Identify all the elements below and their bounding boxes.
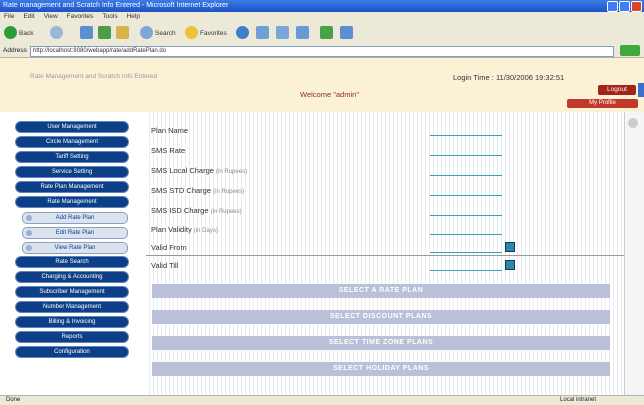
back-icon[interactable] xyxy=(4,26,17,39)
menu-view[interactable]: View xyxy=(44,13,58,20)
scroll-icon[interactable] xyxy=(628,118,638,128)
sidebar-item-service-setting[interactable]: Service Setting xyxy=(16,167,128,177)
field-label-plan-name: Plan Name xyxy=(151,126,189,135)
print-icon[interactable] xyxy=(296,26,309,39)
mail-icon[interactable] xyxy=(276,26,289,39)
minimize-button[interactable] xyxy=(607,1,618,12)
forward-icon[interactable] xyxy=(50,26,63,39)
select-holiday-plans-button[interactable]: SELECT HOLIDAY PLANS xyxy=(152,362,610,376)
scrollbar[interactable] xyxy=(624,112,644,395)
window-title-bar: Rate management and Scratch Info Entered… xyxy=(0,0,644,12)
sidebar-item-reports[interactable]: Reports xyxy=(16,332,128,342)
search-icon[interactable] xyxy=(140,26,153,39)
valid-till-field[interactable] xyxy=(430,261,502,271)
favorites-icon[interactable] xyxy=(185,26,198,39)
edit-icon[interactable] xyxy=(320,26,333,39)
form-divider xyxy=(146,255,624,256)
sidebar-item-charging[interactable]: Charging & Accounting xyxy=(16,272,128,282)
search-label[interactable]: Search xyxy=(155,30,176,37)
login-time: Login Time : 11/30/2006 19:32:51 xyxy=(453,73,565,82)
menu-file[interactable]: File xyxy=(4,13,14,20)
field-label-plan-validity: Plan Validity (in Days) xyxy=(151,225,218,234)
sidebar-item-rate-plan-management[interactable]: Rate Plan Management xyxy=(16,182,128,192)
sidebar-subitem-edit-rate-plan[interactable]: Edit Rate Plan xyxy=(22,227,128,239)
field-label-sms-rate: SMS Rate xyxy=(151,146,186,155)
logout-button[interactable]: Logout xyxy=(598,85,636,95)
page-subtitle: Rate Management and Scratch Info Entered xyxy=(30,73,158,80)
sms-isd-charge-field[interactable] xyxy=(430,206,502,216)
messenger-icon[interactable] xyxy=(340,26,353,39)
field-label-sms-local-charge: SMS Local Charge (in Rupees) xyxy=(151,166,248,175)
sms-std-charge-field[interactable] xyxy=(430,186,502,196)
menu-tools[interactable]: Tools xyxy=(102,13,117,20)
select-time-zone-plans-button[interactable]: SELECT TIME ZONE PLANS xyxy=(152,336,610,350)
menu-bar: File Edit View Favorites Tools Help xyxy=(0,12,644,22)
menu-edit[interactable]: Edit xyxy=(23,13,34,20)
field-label-sms-std-charge: SMS STD Charge (in Rupees) xyxy=(151,186,245,195)
sidebar-item-number-management[interactable]: Number Management xyxy=(16,302,128,312)
select-discount-plans-button[interactable]: SELECT DISCOUNT PLANS xyxy=(152,310,610,324)
sms-local-charge-field[interactable] xyxy=(430,166,502,176)
sidebar: User Management Circle Management Tariff… xyxy=(0,112,147,395)
field-label-valid-from: Valid From xyxy=(151,243,187,252)
back-label[interactable]: Back xyxy=(19,30,33,37)
sidebar-item-billing[interactable]: Billing & Invoicing xyxy=(16,317,128,327)
valid-from-field[interactable] xyxy=(430,243,502,253)
main-content xyxy=(146,112,624,395)
sms-rate-field[interactable] xyxy=(430,146,502,156)
close-button[interactable] xyxy=(631,1,642,12)
sidebar-subitem-add-rate-plan[interactable]: Add Rate Plan xyxy=(22,212,128,224)
address-label: Address xyxy=(3,47,27,54)
sidebar-item-configuration[interactable]: Configuration xyxy=(16,347,128,357)
menu-help[interactable]: Help xyxy=(127,13,140,20)
calendar-icon[interactable] xyxy=(505,260,515,270)
sidebar-subitem-label: Edit Rate Plan xyxy=(55,230,95,236)
header-scroll-icon xyxy=(638,83,644,97)
address-input[interactable]: http://localhost:8080/webapp/rate/addRat… xyxy=(30,46,614,57)
sidebar-item-rate-management[interactable]: Rate Management xyxy=(16,197,128,207)
maximize-button[interactable] xyxy=(619,1,630,12)
stop-icon[interactable] xyxy=(80,26,93,39)
media-icon[interactable] xyxy=(236,26,249,39)
select-rate-plan-button[interactable]: SELECT A RATE PLAN xyxy=(152,284,610,298)
sidebar-item-subscriber-management[interactable]: Subscriber Management xyxy=(16,287,128,297)
sidebar-subitem-view-rate-plan[interactable]: View Rate Plan xyxy=(22,242,128,254)
plan-validity-field[interactable] xyxy=(430,225,502,235)
window-controls xyxy=(606,1,642,12)
bullet-icon xyxy=(26,245,32,251)
sidebar-subitem-label: View Rate Plan xyxy=(54,245,96,251)
bullet-icon xyxy=(26,215,32,221)
profile-button[interactable]: My Profile xyxy=(567,99,638,108)
plan-name-field[interactable] xyxy=(430,126,502,136)
refresh-icon[interactable] xyxy=(98,26,111,39)
sidebar-subitem-label: Add Rate Plan xyxy=(55,215,95,221)
browser-toolbar: Back Search Favorites xyxy=(0,22,644,45)
welcome-message: Welcome "admin" xyxy=(300,90,359,99)
sidebar-item-rate-search[interactable]: Rate Search xyxy=(16,257,128,267)
window-title: Rate management and Scratch Info Entered… xyxy=(3,2,229,9)
favorites-label[interactable]: Favorites xyxy=(200,30,227,37)
field-label-valid-till: Valid Till xyxy=(151,261,179,270)
sidebar-item-user-management[interactable]: User Management xyxy=(16,122,128,132)
home-icon[interactable] xyxy=(116,26,129,39)
calendar-icon[interactable] xyxy=(505,242,515,252)
field-label-sms-isd-charge: SMS ISD Charge (in Rupees) xyxy=(151,206,242,215)
history-icon[interactable] xyxy=(256,26,269,39)
go-button[interactable] xyxy=(620,45,640,56)
menu-favorites[interactable]: Favorites xyxy=(67,13,94,20)
bullet-icon xyxy=(26,230,32,236)
sidebar-item-tariff-setting[interactable]: Tariff Setting xyxy=(16,152,128,162)
sidebar-item-circle-management[interactable]: Circle Management xyxy=(16,137,128,147)
page-header xyxy=(0,58,644,114)
